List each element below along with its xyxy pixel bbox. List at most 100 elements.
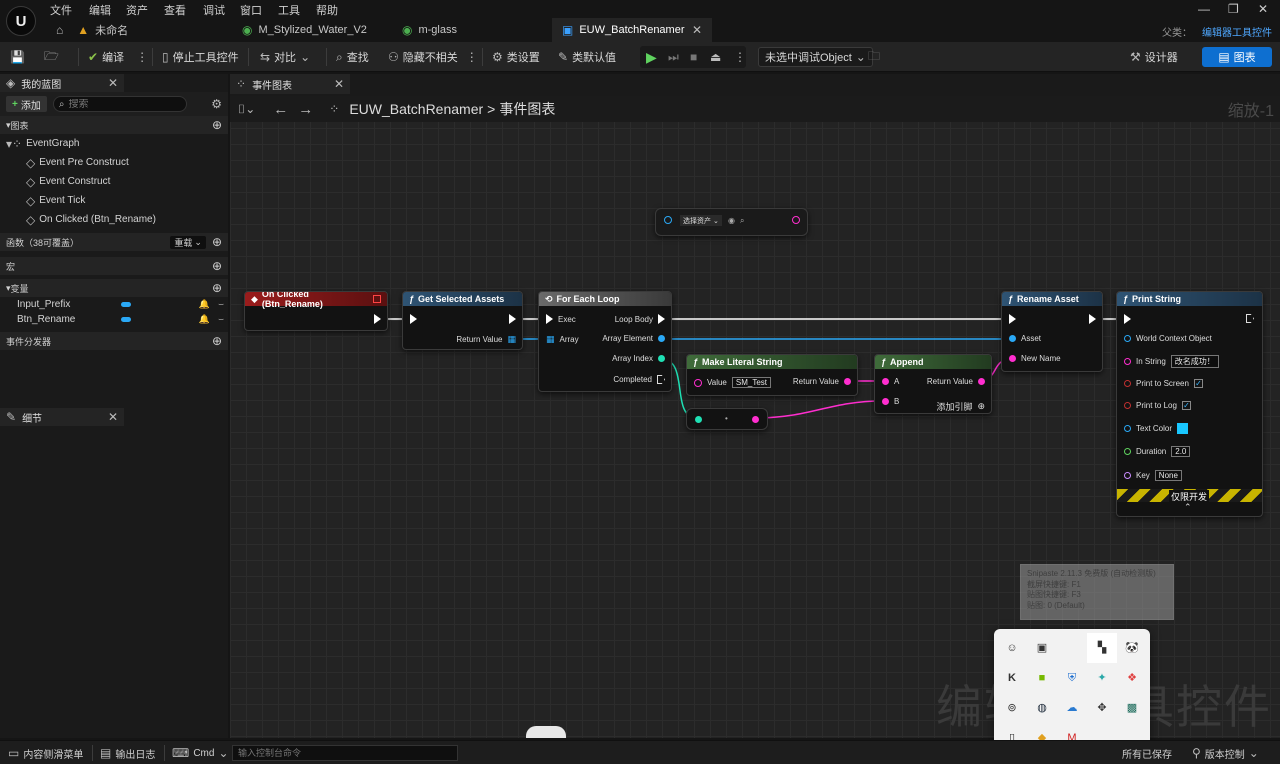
on-clicked-node[interactable]: ◆ On Clicked (Btn_Rename) — [244, 291, 388, 331]
add-graph-icon[interactable]: ⊕ — [212, 118, 222, 132]
tray-app-icon[interactable]: ☁ — [1057, 693, 1087, 723]
array-index-pin[interactable]: Array Index — [612, 354, 665, 363]
a-pin[interactable]: A — [882, 377, 899, 386]
return-value-pin[interactable]: Return Value — [793, 377, 851, 386]
tray-app-icon[interactable]: ▩ — [1117, 693, 1147, 723]
tab-material-glass[interactable]: ◉ m-glass — [392, 18, 552, 42]
return-value-pin[interactable]: Return Value ▦ — [456, 334, 516, 345]
designer-button[interactable]: ⚒ 设计器 — [1130, 42, 1178, 72]
print-to-log-checkbox[interactable]: ✓ — [1181, 401, 1191, 410]
close-window-icon[interactable]: ✕ — [1258, 2, 1268, 16]
add-pin-button[interactable]: 添加引脚 ⊕ — [936, 400, 985, 413]
search-input[interactable] — [68, 98, 179, 110]
use-selected-icon[interactable]: ◉ — [728, 216, 735, 225]
menu-asset[interactable]: 资产 — [126, 2, 148, 18]
more-options-icon[interactable]: ⋮ — [466, 50, 478, 64]
print-to-screen-pin[interactable]: Print to Screen ✓ — [1124, 379, 1203, 388]
add-button[interactable]: + 添加 — [6, 96, 47, 112]
exec-out-pin[interactable] — [1089, 314, 1096, 324]
tab-untitled[interactable]: ⌂ ▲ 未命名 — [46, 18, 232, 42]
console-input[interactable] — [232, 745, 458, 761]
close-icon[interactable]: ✕ — [108, 410, 118, 424]
loop-body-pin[interactable]: Loop Body — [615, 314, 665, 324]
more-options-icon[interactable]: ⋮ — [136, 50, 148, 64]
eject-button[interactable]: ⏏ — [710, 42, 721, 72]
in-string-input[interactable]: 改名成功！ — [1170, 355, 1219, 368]
class-defaults-button[interactable]: ✎ 类默认值 — [558, 42, 616, 72]
add-macro-icon[interactable]: ⊕ — [212, 259, 222, 273]
menu-tools[interactable]: 工具 — [278, 2, 300, 18]
new-name-pin[interactable]: New Name — [1009, 354, 1061, 363]
event-item[interactable]: ◇ Event Construct — [0, 172, 228, 191]
asset-pin[interactable]: Asset — [1009, 334, 1041, 343]
array-element-pin[interactable]: Array Element — [602, 334, 665, 343]
key-input[interactable]: None — [1154, 470, 1182, 481]
move-icon[interactable]: ✥ — [1087, 693, 1117, 723]
eye-icon[interactable]: ⌣ — [218, 299, 224, 310]
stop-widget-button[interactable]: ▯ 停止工具控件 — [162, 42, 239, 72]
value-pin[interactable]: Value SM_Test — [694, 377, 771, 388]
event-graph-canvas[interactable]: ⌷⌄ ← → ⁘ EUW_BatchRenamer > 事件图表 缩放-1 选择… — [230, 96, 1280, 755]
close-icon[interactable]: ✕ — [334, 77, 344, 91]
dispatchers-section[interactable]: 事件分发器 ⊕ — [0, 332, 228, 350]
color-swatch[interactable] — [1177, 423, 1189, 434]
minimize-icon[interactable]: — — [1198, 2, 1210, 16]
return-value-pin[interactable]: Return Value — [927, 377, 985, 386]
source-control-button[interactable]: ⚲ 版本控制 ⌄ — [1192, 741, 1259, 764]
tab-material-water[interactable]: ◉ M_Stylized_Water_V2 — [232, 18, 392, 42]
tray-app-icon[interactable]: K — [997, 663, 1027, 693]
menu-view[interactable]: 查看 — [164, 2, 186, 18]
append-node[interactable]: ƒ Append A B Return Value 添加引脚 ⊕ — [874, 354, 992, 414]
security-shield-icon[interactable]: ⛨ — [1057, 663, 1087, 693]
select-asset-dropdown[interactable]: 选择资产 ⌄ — [680, 215, 722, 226]
graph-mode-button[interactable]: ▤ 图表 — [1202, 47, 1272, 67]
b-pin[interactable]: B — [882, 397, 899, 406]
exec-in-pin[interactable] — [1009, 314, 1016, 324]
browse-icon[interactable]: ⌕ — [740, 216, 744, 226]
variables-section[interactable]: ▾ 变量 ⊕ — [0, 279, 228, 297]
in-string-pin[interactable]: In String 改名成功！ — [1124, 355, 1219, 368]
override-dropdown[interactable]: 重载 ⌄ — [170, 235, 206, 249]
bell-icon[interactable]: 🔔 — [199, 314, 210, 325]
event-graph-item[interactable]: ▾⁘ EventGraph — [0, 134, 228, 153]
print-string-node[interactable]: ƒ Print String World Context Object In St… — [1116, 291, 1263, 517]
close-icon[interactable]: ✕ — [692, 23, 702, 37]
value-input[interactable]: SM_Test — [731, 377, 771, 388]
eye-icon[interactable]: ⌣ — [218, 314, 224, 325]
add-function-icon[interactable]: ⊕ — [212, 235, 222, 249]
text-color-pin[interactable]: Text Color — [1124, 423, 1189, 434]
output-log-button[interactable]: ▤ 输出日志 — [100, 741, 155, 764]
array-in-pin[interactable]: ▦ Array — [546, 334, 579, 345]
event-graph-tab[interactable]: ⁘ 事件图表 ✕ — [230, 74, 350, 94]
string-pin-icon[interactable] — [752, 416, 759, 423]
for-each-loop-node[interactable]: ⟲ For Each Loop Exec ▦ Array Loop Body Arr… — [538, 291, 672, 392]
menu-help[interactable]: 帮助 — [316, 2, 338, 18]
restore-icon[interactable]: ❐ — [1228, 2, 1239, 16]
expand-icon[interactable]: ⌃ — [1184, 502, 1192, 513]
menu-file[interactable]: 文件 — [50, 2, 72, 18]
class-settings-button[interactable]: ⚙ 类设置 — [492, 42, 540, 72]
unreal-logo-icon[interactable]: U — [6, 6, 36, 36]
tab-euw-batchrenamer[interactable]: ▣ EUW_BatchRenamer ✕ — [552, 18, 712, 42]
gear-icon[interactable]: ⚙ — [211, 97, 222, 111]
details-tab[interactable]: ✎ 细节 ✕ — [0, 408, 124, 426]
compile-button[interactable]: ✔ 编译 ⋮ — [88, 42, 148, 72]
tray-app-icon[interactable]: 🐼 — [1117, 633, 1147, 663]
content-drawer-button[interactable]: ▭ 内容侧滑菜单 — [8, 741, 83, 764]
exec-out-pin[interactable] — [1246, 314, 1254, 323]
delegate-pin-icon[interactable] — [373, 295, 381, 303]
variable-item[interactable]: Btn_Rename 🔔 ⌣ — [0, 312, 228, 327]
save-button[interactable]: 💾 — [10, 42, 25, 72]
menu-debug[interactable]: 调试 — [203, 2, 225, 18]
event-item[interactable]: ◇ Event Tick — [0, 191, 228, 210]
rename-asset-node[interactable]: ƒ Rename Asset Asset New Name — [1001, 291, 1103, 372]
duration-input[interactable]: 2.0 — [1171, 446, 1191, 457]
duration-pin[interactable]: Duration 2.0 — [1124, 446, 1191, 457]
tray-app-icon[interactable]: ⊚ — [997, 693, 1027, 723]
tray-app-icon[interactable]: ▚ — [1087, 633, 1117, 663]
add-variable-icon[interactable]: ⊕ — [212, 281, 222, 295]
bell-icon[interactable]: 🔔 — [199, 299, 210, 310]
stop-button[interactable]: ■ — [690, 42, 697, 72]
my-blueprint-tab[interactable]: ◈ 我的蓝图 ✕ — [0, 74, 124, 92]
diff-button[interactable]: ⇆ 对比 ⌄ — [260, 42, 310, 72]
